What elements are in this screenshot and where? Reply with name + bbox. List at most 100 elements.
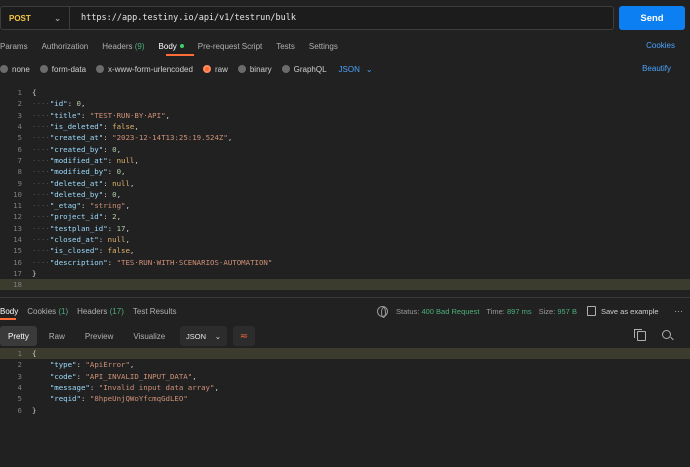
- tab-headers[interactable]: Headers (9): [102, 42, 144, 51]
- search-icon[interactable]: [662, 330, 671, 339]
- code-line: 3 ····"title": "TEST·RUN·BY·API",: [0, 110, 690, 121]
- radio-icon: [237, 65, 246, 73]
- size-value[interactable]: 957 B: [557, 307, 577, 316]
- request-tabs: Params Authorization Headers (9) Body Pr…: [0, 38, 690, 54]
- pane-divider[interactable]: [0, 297, 690, 298]
- code-line: 8 ····"modified_by": 0,: [0, 166, 690, 177]
- response-tab-test-results[interactable]: Test Results: [133, 307, 177, 316]
- tab-tests[interactable]: Tests: [276, 42, 295, 51]
- view-preview[interactable]: Preview: [77, 326, 121, 346]
- code-text: "type": "ApiError",: [49, 360, 135, 370]
- view-visualize[interactable]: Visualize: [125, 326, 173, 346]
- code-text: ····"created_by": 0,: [32, 144, 122, 154]
- code-text: ····"testplan_id": 17,: [32, 223, 130, 233]
- view-raw[interactable]: Raw: [41, 326, 73, 346]
- code-text: ····"description": "TES·RUN·WITH·SCENARI…: [32, 257, 273, 267]
- status-value[interactable]: 400 Bad Request: [421, 307, 479, 316]
- tab-body[interactable]: Body: [159, 42, 184, 51]
- tab-pre-request-script[interactable]: Pre-request Script: [198, 42, 262, 51]
- response-tab-headers[interactable]: Headers (17): [77, 307, 124, 316]
- code-line: 10 ····"deleted_by": 0,: [0, 189, 690, 200]
- code-line: 6}: [0, 405, 690, 416]
- code-line: 18: [0, 279, 690, 291]
- body-type-selector: none form-data x-www-form-urlencoded raw…: [0, 63, 690, 75]
- code-line: 2 ····"id": 0,: [0, 98, 690, 109]
- radio-binary[interactable]: binary: [237, 65, 272, 74]
- code-line: 1{: [0, 348, 690, 360]
- tab-params[interactable]: Params: [0, 42, 28, 51]
- code-text: }: [32, 268, 37, 278]
- view-pretty[interactable]: Pretty: [0, 326, 37, 346]
- line-number: 10: [13, 189, 22, 199]
- code-text: ····"id": 0,: [32, 99, 86, 109]
- response-status-bar: Status: 400 Bad Request Time: 897 ms Siz…: [377, 305, 659, 318]
- radio-icon: [39, 65, 48, 73]
- code-line: 11 ····"_etag": "string",: [0, 200, 690, 211]
- radio-none[interactable]: none: [0, 65, 30, 74]
- code-line: 14 ····"closed_at": null,: [0, 234, 690, 245]
- code-text: "code": "API_INVALID_INPUT_DATA",: [49, 371, 197, 381]
- active-response-tab-indicator: [0, 318, 16, 320]
- response-body-editor[interactable]: 1{2 "type": "ApiError", 3 "code": "API_IN…: [0, 348, 690, 418]
- line-number: 4: [17, 122, 22, 132]
- code-text: ····"_etag": "string",: [32, 201, 130, 211]
- save-as-example-button[interactable]: Save as example: [601, 307, 659, 316]
- radio-raw[interactable]: raw: [202, 65, 228, 74]
- code-text: ····"project_id": 2,: [32, 212, 122, 222]
- radio-icon: [0, 65, 8, 73]
- code-text: {: [32, 349, 37, 359]
- tab-authorization[interactable]: Authorization: [42, 42, 89, 51]
- radio-icon: [281, 65, 290, 73]
- radio-form-data[interactable]: form-data: [39, 65, 86, 74]
- response-format-select[interactable]: JSON ⌄: [180, 326, 227, 346]
- method-label: POST: [9, 13, 31, 23]
- copy-icon[interactable]: [634, 329, 646, 341]
- chevron-down-icon: ⌄: [54, 13, 61, 23]
- code-text: ····"modified_by": 0,: [32, 167, 126, 177]
- chevron-down-icon: ⌄: [365, 64, 373, 74]
- line-number: 6: [17, 144, 22, 154]
- line-number: 8: [17, 167, 22, 177]
- line-number: 7: [17, 155, 22, 165]
- code-line: 13 ····"testplan_id": 17,: [0, 223, 690, 234]
- save-icon: [587, 306, 596, 316]
- line-number: 4: [17, 383, 22, 393]
- response-tab-cookies[interactable]: Cookies (1): [27, 307, 68, 316]
- line-number: 2: [17, 99, 22, 109]
- method-select[interactable]: POST ⌄: [1, 7, 70, 29]
- line-number: 18: [13, 280, 22, 290]
- code-text: ····"created_at": "2023-12-14T13:25:19.5…: [32, 133, 233, 143]
- radio-x-www-form-urlencoded[interactable]: x-www-form-urlencoded: [96, 65, 193, 74]
- time-value[interactable]: 897 ms: [507, 307, 532, 316]
- line-number: 2: [17, 360, 22, 370]
- code-line: 7 ····"modified_at": null,: [0, 155, 690, 166]
- radio-graphql[interactable]: GraphQL: [281, 65, 327, 74]
- request-body-editor[interactable]: 1{2 ····"id": 0, 3 ····"title": "TEST·RUN·B…: [0, 87, 690, 291]
- line-number: 3: [17, 110, 22, 120]
- line-number: 5: [17, 133, 22, 143]
- more-options-icon[interactable]: ···: [674, 306, 683, 316]
- line-number: 1: [17, 88, 22, 98]
- code-text: ····"closed_at": null,: [32, 235, 130, 245]
- wrap-lines-icon[interactable]: ≂: [233, 326, 255, 346]
- body-format-select[interactable]: JSON ⌄: [339, 65, 373, 74]
- line-number: 3: [17, 371, 22, 381]
- line-number: 17: [13, 268, 22, 278]
- cookies-link[interactable]: Cookies: [646, 41, 675, 50]
- code-line: 2 "type": "ApiError",: [0, 359, 690, 370]
- line-number: 14: [13, 235, 22, 245]
- code-line: 5 "reqid": "8hpeUnjQWoYfcmqGdLEO": [0, 393, 690, 404]
- response-tabs: Body Cookies (1) Headers (17) Test Resul…: [0, 305, 185, 317]
- beautify-link[interactable]: Beautify: [642, 64, 671, 73]
- code-text: ····"deleted_at": null,: [32, 178, 135, 188]
- response-tab-body[interactable]: Body: [0, 307, 18, 316]
- globe-icon[interactable]: [377, 305, 388, 318]
- url-input[interactable]: https://app.testiny.io/api/v1/testrun/bu…: [70, 13, 296, 23]
- radio-selected-icon: [202, 65, 211, 73]
- code-line: 16 ····"description": "TES·RUN·WITH·SCENA…: [0, 257, 690, 268]
- code-line: 9 ····"deleted_at": null,: [0, 177, 690, 188]
- send-button[interactable]: Send: [619, 6, 685, 30]
- code-line: 4 ····"is_deleted": false,: [0, 121, 690, 132]
- radio-icon: [96, 65, 105, 73]
- tab-settings[interactable]: Settings: [309, 42, 338, 51]
